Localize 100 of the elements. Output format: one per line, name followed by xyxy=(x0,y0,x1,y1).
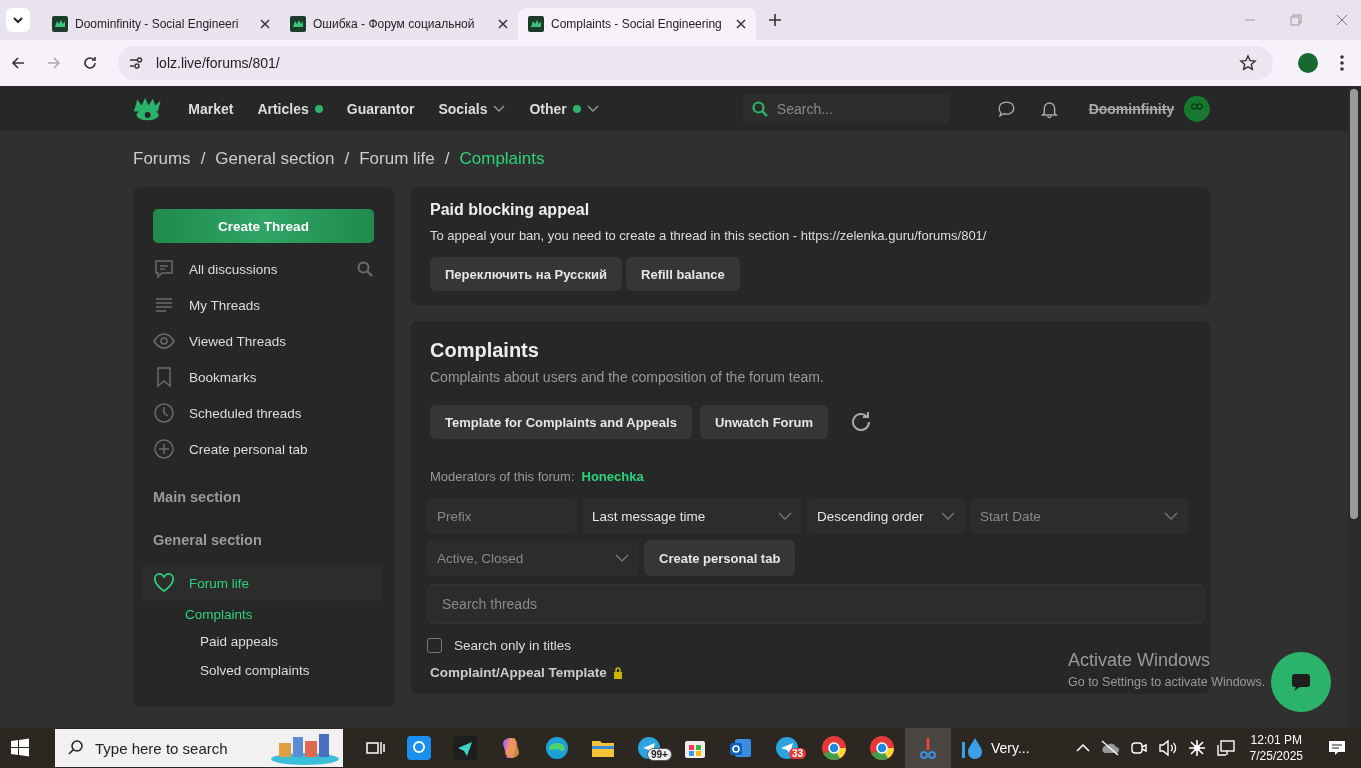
star-icon[interactable] xyxy=(1239,54,1257,72)
chrome-browser-icon[interactable] xyxy=(869,735,895,761)
address-bar[interactable]: lolz.live/forums/801/ xyxy=(118,46,1273,80)
scissors-icon xyxy=(917,736,939,760)
edge-browser-icon[interactable] xyxy=(545,736,569,760)
breadcrumb-separator: / xyxy=(200,149,206,169)
notice-title: Paid blocking appeal xyxy=(430,201,591,219)
outlook-app-icon[interactable] xyxy=(729,736,753,760)
nav-link[interactable]: Socials xyxy=(438,100,506,117)
plus-circle-icon xyxy=(153,438,175,460)
site-favicon-icon xyxy=(290,16,306,32)
browser-tab[interactable]: Complaints - Social Engineering xyxy=(518,8,756,40)
action-button[interactable]: Template for Complaints and Appeals xyxy=(430,405,692,439)
username[interactable]: Doominfinity xyxy=(1088,100,1175,117)
checkbox[interactable] xyxy=(427,638,442,653)
nav-link[interactable]: Other xyxy=(529,100,599,117)
search-icon xyxy=(750,99,769,118)
clock-button[interactable]: 12:01 PM 7/25/2025 xyxy=(1249,732,1303,764)
breadcrumb-link[interactable]: General section xyxy=(215,149,335,169)
search-field[interactable]: Search threads xyxy=(427,584,1205,624)
menu-icon[interactable] xyxy=(1339,54,1345,72)
close-icon[interactable] xyxy=(736,19,746,29)
lock-icon xyxy=(612,665,623,680)
nav-link[interactable]: Guarantor xyxy=(346,100,415,117)
close-icon[interactable] xyxy=(498,19,508,29)
chevron-up-icon[interactable] xyxy=(1075,743,1090,753)
breadcrumb-link[interactable]: Complaints xyxy=(459,149,545,169)
input-field[interactable]: Prefix xyxy=(427,498,577,534)
nav-link[interactable]: Market xyxy=(188,100,234,117)
dropdown-field[interactable]: Start Date xyxy=(970,498,1188,534)
scrollbar-thumb[interactable] xyxy=(1350,89,1358,519)
dropdown-field[interactable]: Active, Closed xyxy=(427,540,639,576)
water-drop-icon[interactable] xyxy=(961,736,983,760)
dropdown-field[interactable]: Descending order xyxy=(807,498,965,534)
section-heading[interactable]: General section xyxy=(153,532,374,553)
chevron-icon xyxy=(1164,512,1178,520)
chat-bubble-icon xyxy=(1290,672,1312,692)
city-illustration-icon xyxy=(269,731,341,765)
new-tab-icon[interactable] xyxy=(768,13,782,27)
site-favicon-icon xyxy=(528,16,544,32)
user-avatar-icon[interactable] xyxy=(1184,93,1210,124)
subforum-link[interactable]: Solved complaints xyxy=(200,656,374,685)
camera-icon[interactable] xyxy=(1129,739,1148,757)
notifications-icon[interactable] xyxy=(1327,738,1347,758)
chevron-icon xyxy=(778,512,792,520)
profile-avatar-icon[interactable] xyxy=(1297,52,1319,74)
reload-icon[interactable] xyxy=(82,55,98,71)
search-icon xyxy=(67,739,85,757)
thread-title[interactable]: Complaint/Appeal Template xyxy=(430,665,607,680)
breadcrumb-link[interactable]: Forums xyxy=(133,149,191,169)
action-button[interactable]: Refill balance xyxy=(626,257,740,291)
search-field[interactable]: Search... xyxy=(742,93,949,124)
chevron-icon xyxy=(941,512,955,520)
nav-link[interactable]: Articles xyxy=(257,100,323,117)
paper-plane-app-icon[interactable] xyxy=(453,736,477,760)
action-button[interactable]: Unwatch Forum xyxy=(699,405,829,439)
weather-text[interactable]: Very... xyxy=(991,740,1030,756)
sidebar-item[interactable]: Scheduled threads xyxy=(153,395,374,431)
windows-start-icon[interactable] xyxy=(10,738,30,758)
breadcrumb-separator: / xyxy=(444,149,450,169)
cloud-off-icon[interactable] xyxy=(1099,740,1120,756)
browser-tab[interactable]: Ошибка - Форум социальной xyxy=(280,8,518,40)
url-text: lolz.live/forums/801/ xyxy=(156,55,280,71)
sidebar-item[interactable]: Bookmarks xyxy=(153,359,374,395)
back-icon[interactable] xyxy=(10,55,26,71)
site-favicon-icon xyxy=(52,16,68,32)
forum-node[interactable]: Forum life xyxy=(141,565,382,601)
speaker-icon[interactable] xyxy=(1157,739,1178,757)
dropdown-field[interactable]: Last message time xyxy=(582,498,802,534)
action-button[interactable]: Переключить на Русский xyxy=(430,257,622,291)
breadcrumb-link[interactable]: Forum life xyxy=(359,149,435,169)
browser-tab[interactable]: Doominfinity - Social Engineeri xyxy=(42,8,280,40)
section-heading[interactable]: Main section xyxy=(153,489,374,510)
subforum-link[interactable]: Paid appeals xyxy=(200,627,374,656)
checkbox-label[interactable]: Search only in titles xyxy=(454,638,572,653)
chat-button[interactable] xyxy=(1271,652,1331,712)
chrome-browser-icon[interactable] xyxy=(821,735,847,761)
snipping-tool-app-icon[interactable] xyxy=(905,728,951,768)
camera-app-icon[interactable] xyxy=(407,736,431,760)
chevron-icon xyxy=(615,554,629,562)
clock-icon xyxy=(153,402,175,424)
eye-icon xyxy=(153,330,175,352)
site-settings-icon[interactable] xyxy=(128,55,144,71)
close-icon[interactable] xyxy=(260,19,270,29)
forum-description: Complaints about users and the composition of the forum team. xyxy=(430,369,825,385)
sidebar-item[interactable]: My Threads xyxy=(153,287,374,323)
create-tab-button[interactable]: Create personal tab xyxy=(644,540,796,576)
tab-list-button[interactable] xyxy=(6,8,30,32)
search-icon[interactable] xyxy=(356,260,374,278)
sidebar-item[interactable]: Create personal tab xyxy=(153,431,374,467)
notification-badge: 99+ xyxy=(647,748,672,761)
activation-title: Activate Windows xyxy=(1068,650,1212,671)
breadcrumb-separator: / xyxy=(344,149,350,169)
sidebar-item[interactable]: Viewed Threads xyxy=(153,323,374,359)
subforum-link[interactable]: Complaints xyxy=(185,601,374,627)
network-icon[interactable] xyxy=(1215,739,1236,757)
sidebar-item[interactable]: All discussions xyxy=(153,251,374,287)
moderator-link[interactable]: Honechka xyxy=(581,469,644,484)
heart-icon xyxy=(153,573,175,593)
sparkle-icon[interactable] xyxy=(1187,739,1206,757)
